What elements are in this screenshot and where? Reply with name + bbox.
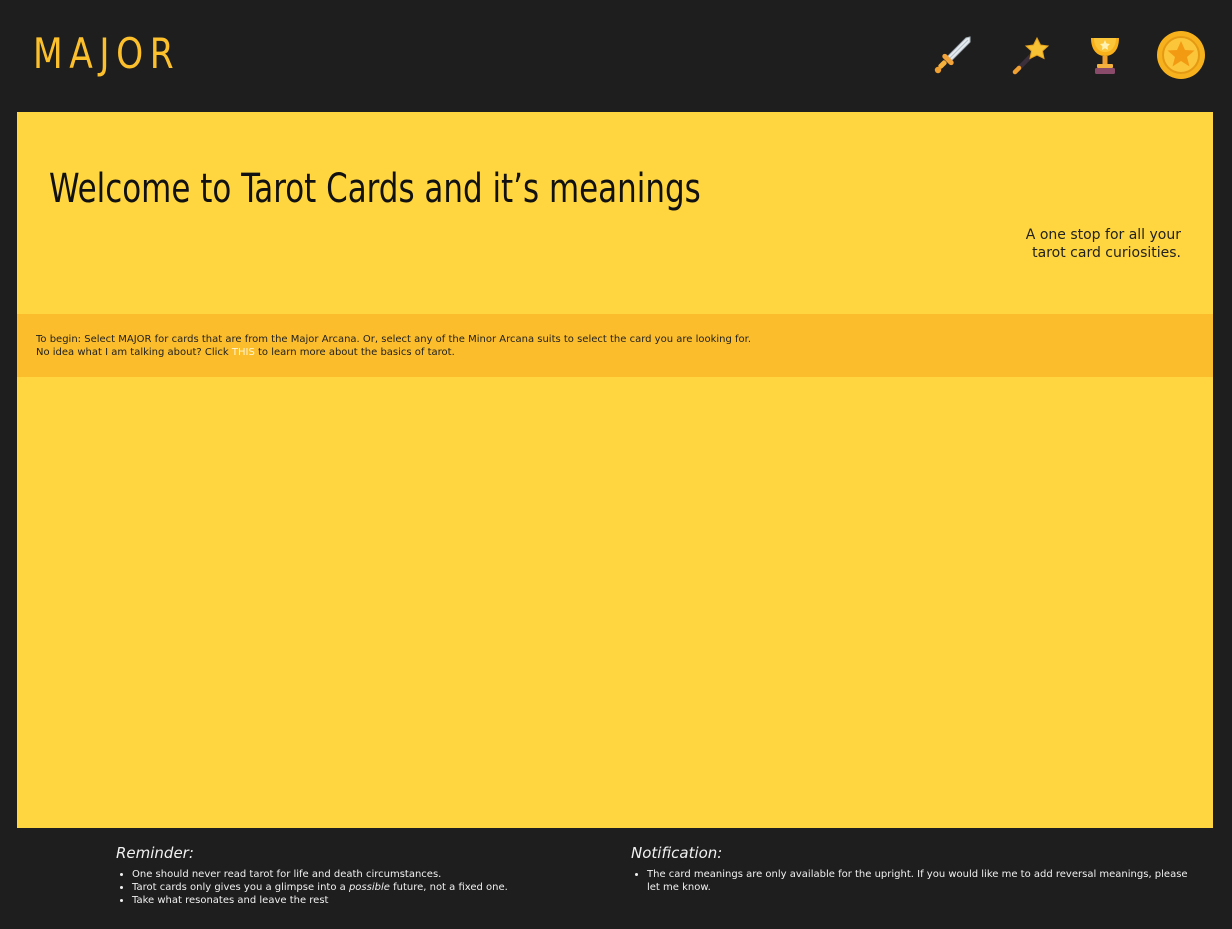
hero-subtitle: A one stop for all your tarot card curio… xyxy=(961,226,1181,262)
swords-suit-link[interactable] xyxy=(928,30,978,80)
notification-heading: Notification: xyxy=(631,844,723,862)
reminder-item: Take what resonates and leave the rest xyxy=(132,894,586,907)
trophy-cup-icon xyxy=(1091,38,1119,74)
reminder-item-suffix: future, not a fixed one. xyxy=(389,882,508,893)
subtitle-line-1: A one stop for all your xyxy=(1025,227,1181,243)
footer: Reminder: One should never read tarot fo… xyxy=(0,828,1232,929)
reminder-heading: Reminder: xyxy=(116,844,194,862)
instructions-line-2: No idea what I am talking about? Click T… xyxy=(36,346,455,359)
sword-icon xyxy=(934,36,971,74)
reminder-section: Reminder: One should never read tarot fo… xyxy=(116,844,586,907)
major-logo-link[interactable]: MAJOR xyxy=(33,28,180,80)
coin-star-icon xyxy=(1157,31,1205,79)
cups-suit-link[interactable] xyxy=(1080,30,1130,80)
notification-item: The card meanings are only available for… xyxy=(647,868,1191,894)
reminder-item: One should never read tarot for life and… xyxy=(132,868,586,881)
reminder-item: Tarot cards only gives you a glimpse int… xyxy=(132,881,586,894)
page-title: Welcome to Tarot Cards and it’s meanings xyxy=(49,166,701,212)
notification-list: The card meanings are only available for… xyxy=(631,868,1191,894)
top-navbar: MAJOR xyxy=(0,0,1232,112)
instructions-banner: To begin: Select MAJOR for cards that ar… xyxy=(17,314,1213,377)
instructions-prefix: No idea what I am talking about? Click xyxy=(36,347,232,358)
notification-section: Notification: The card meanings are only… xyxy=(631,844,1191,894)
pentacles-suit-link[interactable] xyxy=(1156,30,1206,80)
tarot-basics-link[interactable]: THIS xyxy=(232,347,255,358)
main-content-panel: Welcome to Tarot Cards and it’s meanings… xyxy=(17,112,1213,828)
subtitle-line-2: tarot card curiosities. xyxy=(1032,245,1181,261)
instructions-suffix: to learn more about the basics of tarot. xyxy=(254,347,455,358)
reminder-list: One should never read tarot for life and… xyxy=(116,868,586,907)
reminder-item-emphasis: possible xyxy=(348,882,390,893)
instructions-line-1: To begin: Select MAJOR for cards that ar… xyxy=(36,334,752,345)
wands-suit-link[interactable] xyxy=(1005,30,1055,80)
reminder-item-prefix: Tarot cards only gives you a glimpse int… xyxy=(132,882,349,893)
wand-icon xyxy=(1012,36,1050,75)
